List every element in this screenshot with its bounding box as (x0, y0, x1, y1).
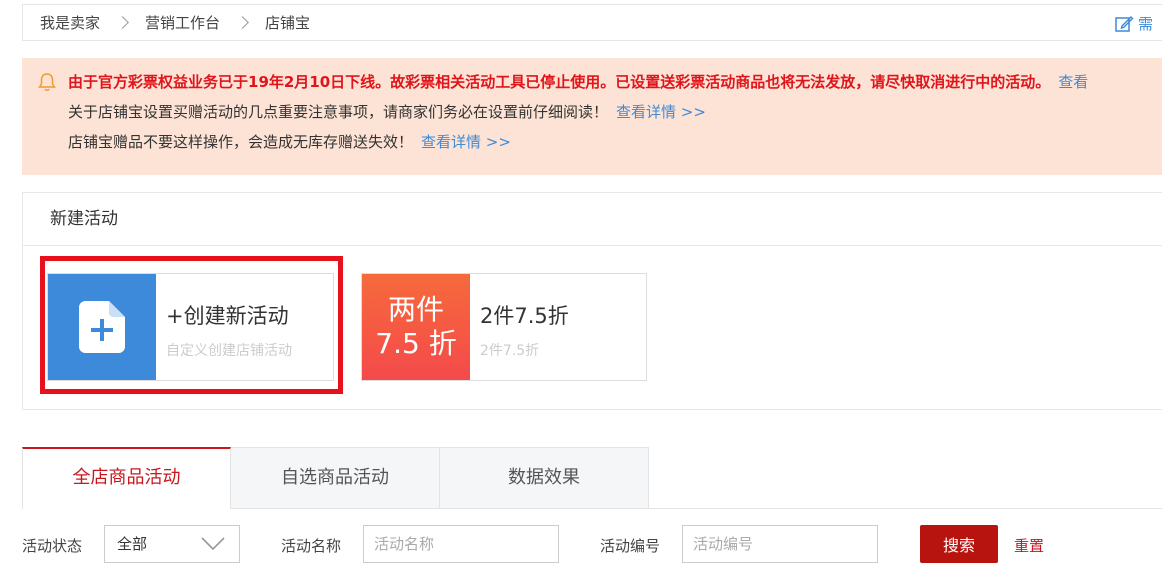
status-label: 活动状态 (22, 537, 83, 555)
notice-text: 店铺宝赠品不要这样操作，会造成无库存赠送失效！ (68, 133, 414, 151)
add-file-icon (79, 301, 125, 353)
breadcrumb: 我是卖家 营销工作台 店铺宝 需 (22, 4, 1162, 41)
tabs-divider (648, 508, 1162, 509)
edit-label: 需 (1137, 15, 1153, 33)
new-activity-panel: 新建活动 +创建新活动 自定义创建店铺活动 两件 7.5 折 2件7.5折 2件… (22, 192, 1162, 410)
breadcrumb-item-shop-treasure: 店铺宝 (265, 14, 311, 32)
notice-text: 关于店铺宝设置买赠活动的几点重要注意事项，请商家们务必在设置前仔细阅读！ (68, 103, 609, 121)
search-button[interactable]: 搜索 (920, 525, 998, 563)
promo-badge: 两件 7.5 折 (362, 274, 470, 380)
create-card-title: +创建新活动 (166, 304, 289, 328)
name-label: 活动名称 (281, 537, 342, 555)
breadcrumb-item-marketing[interactable]: 营销工作台 (145, 12, 220, 33)
create-activity-card[interactable]: +创建新活动 自定义创建店铺活动 (47, 273, 334, 381)
edit-link[interactable]: 需 (1114, 13, 1153, 34)
filter-bar: 活动状态 全部 活动名称 活动编号 搜索 重置 (0, 525, 1162, 563)
notice-line-gift: 关于店铺宝设置买赠活动的几点重要注意事项，请商家们务必在设置前仔细阅读！ 查看详情… (68, 102, 1162, 132)
activity-tabs: 全店商品活动 自选商品活动 数据效果 (22, 447, 649, 509)
notice-link-details[interactable]: 查看详情 >> (421, 133, 511, 151)
tab-data-effect[interactable]: 数据效果 (440, 447, 649, 509)
promo-badge-line2: 7.5 折 (375, 327, 457, 360)
chevron-down-icon (201, 537, 225, 551)
promo-template-card[interactable]: 两件 7.5 折 2件7.5折 2件7.5折 (361, 273, 647, 381)
status-value: 全部 (117, 535, 148, 553)
edit-icon (1115, 15, 1134, 32)
create-thumb (48, 274, 156, 380)
notice-line-lottery: 由于官方彩票权益业务已于19年2月10日下线。故彩票相关活动工具已停止使用。已设… (68, 72, 1162, 102)
bell-icon (38, 73, 56, 91)
promo-card-title: 2件7.5折 (480, 304, 569, 328)
tab-all-store[interactable]: 全店商品活动 (22, 447, 231, 509)
promo-card-subtitle: 2件7.5折 (480, 343, 540, 359)
tab-selected-products[interactable]: 自选商品活动 (231, 447, 440, 509)
notice-link-details[interactable]: 查看详情 >> (616, 103, 706, 121)
id-label: 活动编号 (600, 537, 661, 555)
notice-line-stock: 店铺宝赠品不要这样操作，会造成无库存赠送失效！ 查看详情 >> (68, 132, 1162, 162)
status-select[interactable]: 全部 (104, 525, 240, 563)
panel-title: 新建活动 (23, 193, 1162, 246)
notice-text: 由于官方彩票权益业务已于19年2月10日下线。故彩票相关活动工具已停止使用。已设… (68, 73, 1051, 91)
chevron-right-icon (236, 16, 249, 29)
activity-id-input[interactable] (682, 525, 878, 563)
promo-badge-line1: 两件 (387, 293, 444, 326)
breadcrumb-item-seller[interactable]: 我是卖家 (40, 12, 100, 33)
activity-name-input[interactable] (363, 525, 559, 563)
notice-banner: 由于官方彩票权益业务已于19年2月10日下线。故彩票相关活动工具已停止使用。已设… (22, 58, 1162, 175)
notice-link-view[interactable]: 查看 (1058, 73, 1088, 91)
reset-button[interactable]: 重置 (1014, 535, 1044, 556)
create-card-subtitle: 自定义创建店铺活动 (166, 343, 292, 359)
chevron-right-icon (116, 16, 129, 29)
